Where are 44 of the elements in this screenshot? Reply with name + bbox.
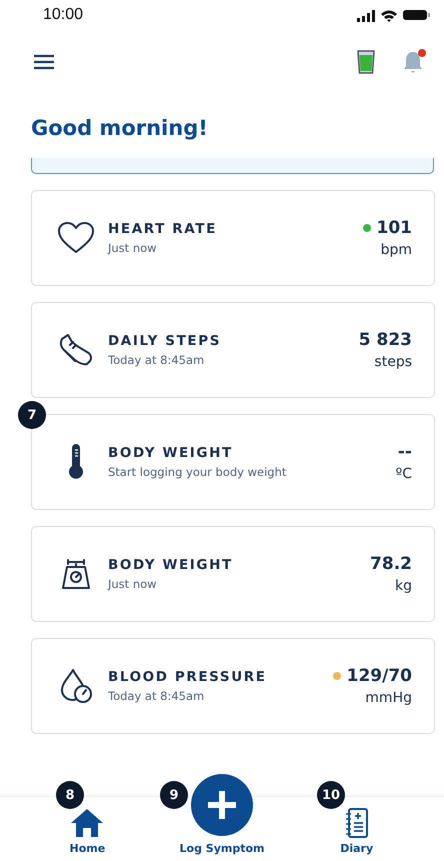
metric-card[interactable]: BODY WEIGHT Just now 78.2 kg	[31, 526, 435, 622]
greeting-title: Good morning!	[31, 116, 209, 140]
metric-unit: bpm	[380, 242, 412, 258]
notification-bell-icon[interactable]	[402, 49, 424, 75]
metric-title: BODY WEIGHT	[108, 557, 234, 573]
status-time: 10:00	[43, 6, 84, 24]
water-glass-icon[interactable]	[356, 49, 376, 75]
annotation-marker: 8	[56, 781, 84, 809]
scale-icon	[61, 558, 91, 590]
metric-value: 101	[376, 218, 412, 238]
menu-icon[interactable]	[33, 54, 55, 70]
thermometer-icon	[67, 444, 85, 480]
metric-title: HEART RATE	[108, 221, 218, 237]
metric-time: Just now	[108, 241, 158, 255]
drop-gauge-icon	[59, 668, 93, 704]
metric-card[interactable]: DAILY STEPS Today at 8:45am 5 823 steps	[31, 302, 435, 398]
notebook-icon	[344, 808, 369, 838]
metric-unit: ºC	[396, 466, 412, 482]
metric-value: 129/70	[346, 666, 412, 686]
plus-icon	[206, 789, 238, 821]
metric-unit: kg	[395, 578, 412, 594]
annotation-marker: 7	[18, 401, 46, 429]
metric-time: Today at 8:45am	[108, 689, 206, 703]
annotation-marker: 10	[317, 781, 345, 809]
metric-card[interactable]: BLOOD PRESSURE Today at 8:45am 129/70 mmHg	[31, 638, 435, 734]
metric-time: Just now	[108, 577, 158, 591]
metric-title: BODY WEIGHT	[108, 445, 234, 461]
metric-time: Today at 8:45am	[108, 353, 206, 367]
metric-title: DAILY STEPS	[108, 333, 222, 349]
heart-icon	[57, 222, 95, 254]
metric-unit: mmHg	[365, 690, 412, 706]
sneaker-icon	[59, 333, 93, 367]
home-icon	[70, 808, 104, 838]
metric-value: --	[398, 442, 412, 462]
metric-value: 5 823	[358, 330, 412, 350]
wifi-icon	[381, 8, 397, 22]
battery-icon	[403, 10, 430, 20]
metric-unit: steps	[374, 354, 412, 370]
metric-value: 78.2	[370, 554, 412, 574]
signal-icon	[357, 8, 375, 22]
annotation-marker: 9	[160, 781, 188, 809]
metric-title: BLOOD PRESSURE	[108, 669, 268, 685]
metric-card[interactable]: HEART RATE Just now 101 bpm	[31, 190, 435, 286]
metric-time: Start logging your body weight	[108, 465, 288, 479]
